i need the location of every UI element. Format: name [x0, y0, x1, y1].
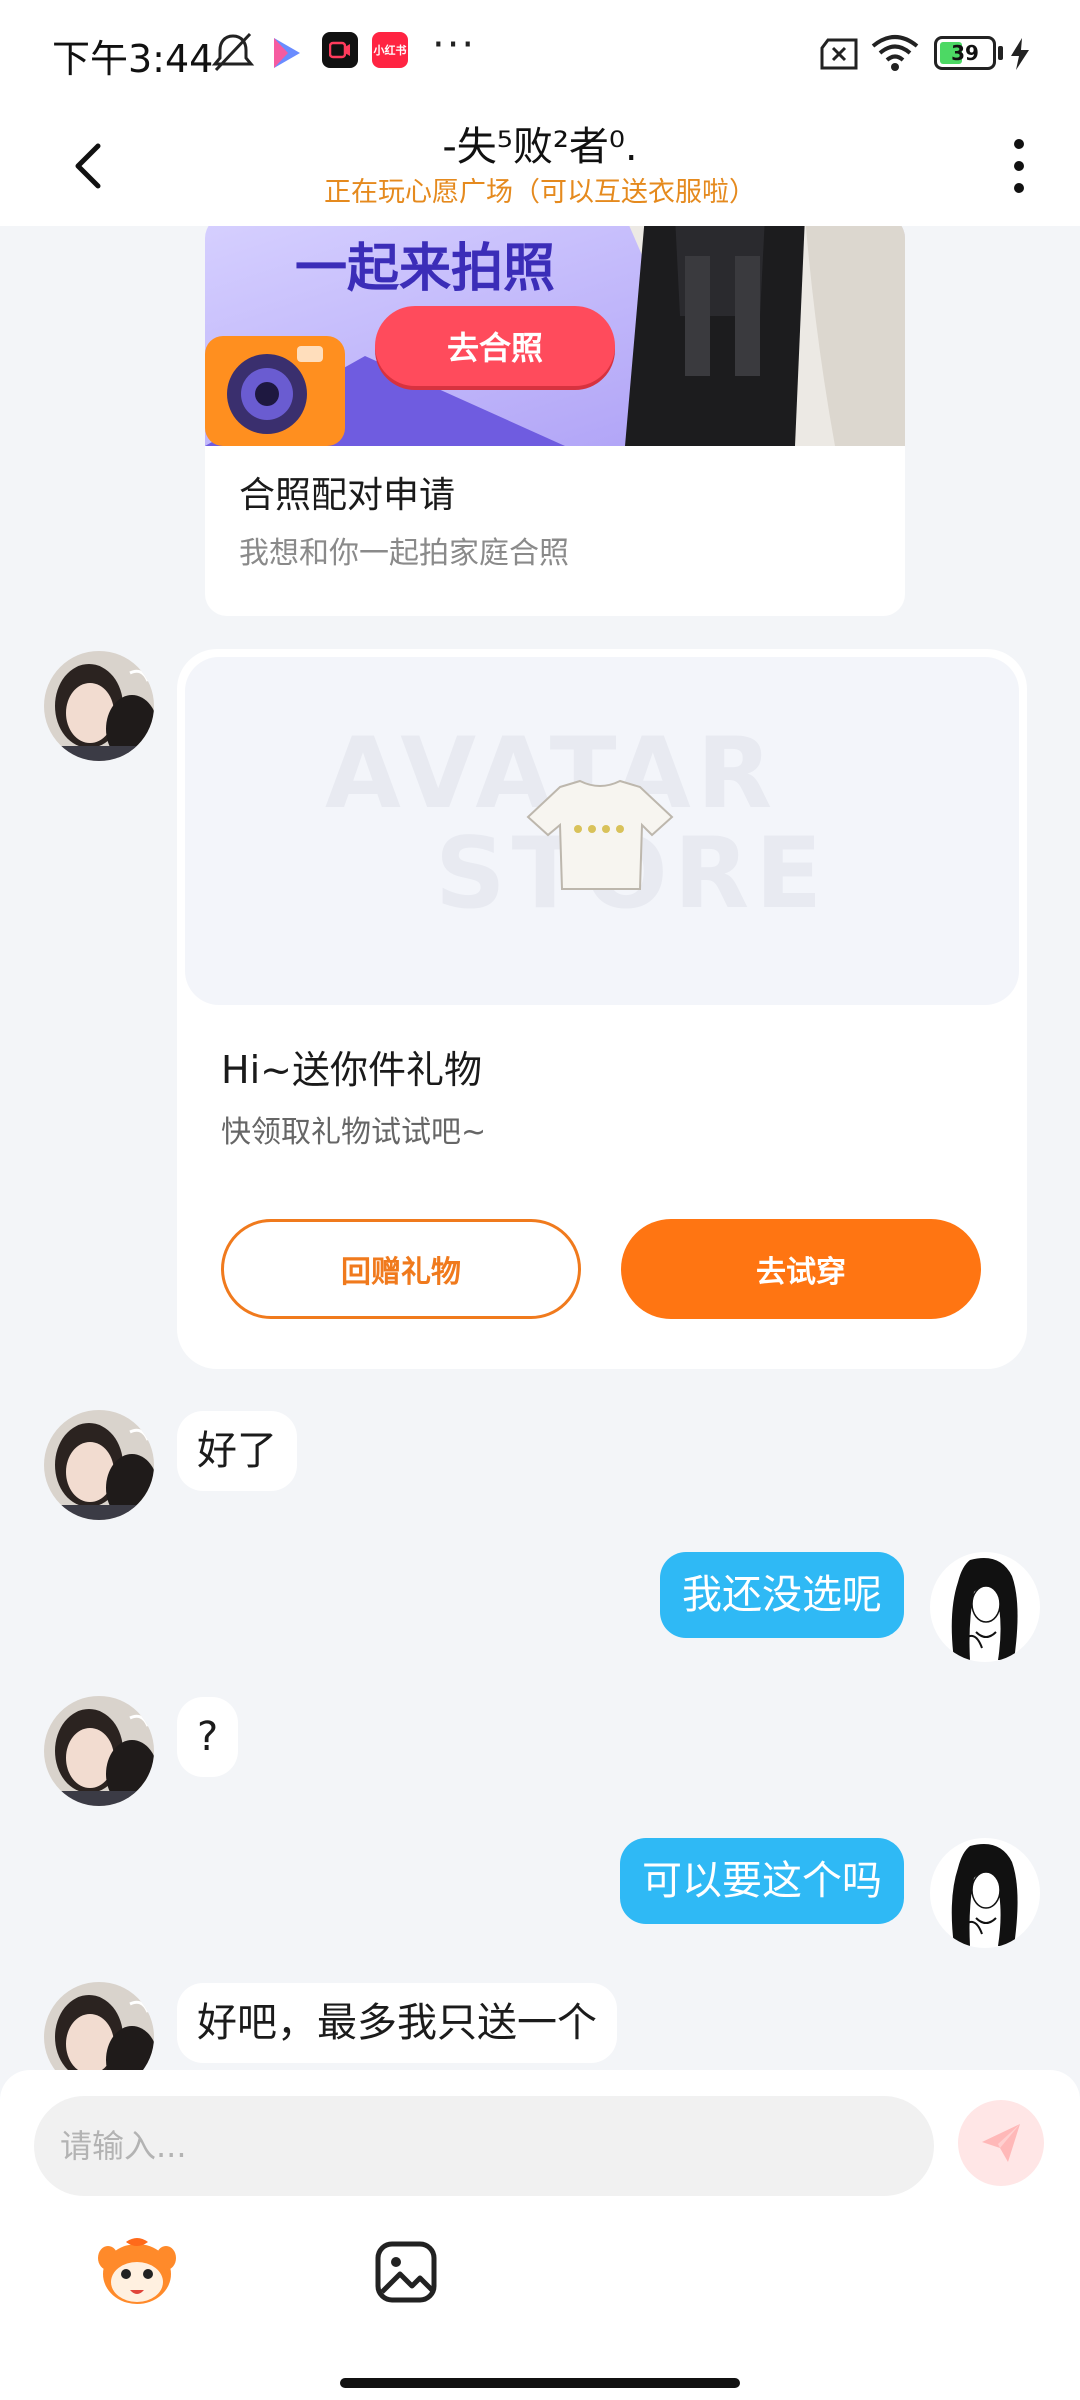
message-bubble-in[interactable]: 好吧，最多我只送一个	[177, 1983, 617, 2063]
home-indicator[interactable]	[340, 2378, 740, 2388]
return-gift-button[interactable]: 回赠礼物	[221, 1219, 581, 1319]
status-bar: 下午3:44 小红书 ··· 39	[0, 0, 1080, 108]
friend-avatar[interactable]	[44, 651, 154, 761]
battery-nub	[998, 46, 1003, 60]
message-bubble-in[interactable]: ?	[177, 1697, 239, 1777]
message-bubble-out[interactable]: 可以要这个吗	[620, 1838, 904, 1924]
gift-desc: 快领取礼物试试吧~	[221, 1115, 487, 1150]
banner-text: 一起来拍照	[295, 239, 556, 299]
mascot-emoji-icon[interactable]	[96, 2236, 178, 2310]
activity-status[interactable]: 正在玩心愿广场（可以互送衣服啦）	[0, 170, 1080, 209]
mute-icon	[211, 32, 255, 72]
image-picker-icon[interactable]	[374, 2240, 438, 2304]
go-photo-button[interactable]: 去合照	[375, 306, 615, 386]
chat-header: -失⁵败²者⁰. 正在玩心愿广场（可以互送衣服啦）	[0, 108, 1080, 226]
sim-blocked-icon	[820, 38, 858, 70]
more-notifications-icon: ···	[432, 22, 477, 68]
chat-title: -失⁵败²者⁰.	[442, 124, 638, 170]
message-input[interactable]	[34, 2096, 934, 2196]
battery-level: 39	[951, 41, 979, 65]
charging-icon	[1011, 38, 1029, 70]
gift-preview[interactable]: AVATAR STORE	[185, 657, 1019, 1005]
photo-card-desc: 我想和你一起拍家庭合照	[239, 536, 569, 571]
photo-request-card[interactable]: 一起来拍照 去合照 合照配对申请 我想和你一起拍家庭合照	[205, 226, 905, 616]
xiaohongshu-icon: 小红书	[372, 32, 408, 68]
message-bubble-out[interactable]: 我还没选呢	[660, 1552, 904, 1638]
video-app-icon	[322, 32, 358, 68]
send-button[interactable]	[958, 2100, 1044, 2186]
try-on-button[interactable]: 去试穿	[621, 1219, 981, 1319]
photo-banner: 一起来拍照 去合照	[205, 226, 905, 446]
status-time: 下午3:44	[52, 37, 214, 81]
my-avatar[interactable]	[930, 1552, 1040, 1662]
battery-icon: 39	[934, 36, 996, 70]
chat-list[interactable]: 一起来拍照 去合照 合照配对申请 我想和你一起拍家庭合照 AVATAR STOR…	[0, 226, 1080, 2070]
more-options-icon[interactable]	[1004, 134, 1034, 198]
my-avatar[interactable]	[930, 1838, 1040, 1948]
wifi-icon	[871, 35, 919, 71]
gift-card[interactable]: AVATAR STORE Hi~送你件礼物 快领取礼物试试吧~ 回赠礼物 去试穿	[177, 649, 1027, 1369]
message-bubble-in[interactable]: 好了	[177, 1411, 297, 1491]
friend-avatar[interactable]	[44, 1982, 154, 2070]
tshirt-icon	[526, 779, 674, 890]
gift-title: Hi~送你件礼物	[221, 1048, 482, 1092]
send-icon	[982, 2124, 1020, 2162]
play-store-icon	[274, 38, 300, 68]
input-bar	[0, 2070, 1080, 2400]
photo-card-title: 合照配对申请	[239, 475, 456, 516]
friend-avatar[interactable]	[44, 1696, 154, 1806]
friend-avatar[interactable]	[44, 1410, 154, 1520]
